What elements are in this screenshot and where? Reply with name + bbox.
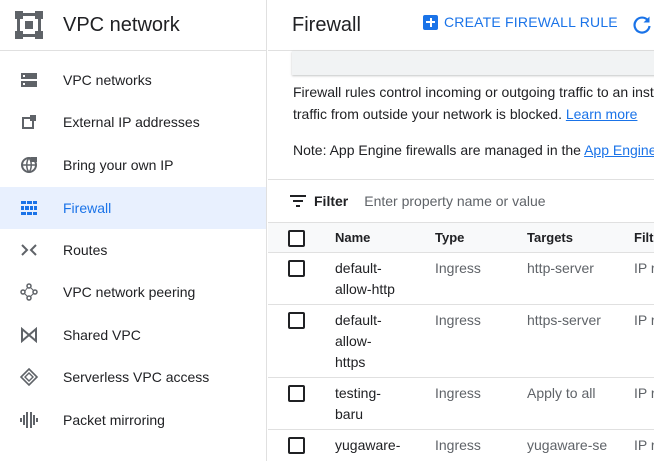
- rule-targets: Apply to all: [527, 385, 596, 401]
- table-row[interactable]: default-allow-https Ingress https-server…: [268, 305, 654, 378]
- create-firewall-rule-button[interactable]: CREATE FIREWALL RULE: [423, 14, 618, 30]
- description-line-1: Firewall rules control incoming or outgo…: [293, 84, 654, 100]
- routes-icon: [19, 240, 39, 260]
- column-header-type[interactable]: Type: [435, 230, 464, 245]
- sidebar-item-label: Packet mirroring: [63, 412, 165, 428]
- sidebar-item-label: VPC networks: [63, 72, 152, 88]
- sidebar-item-label: Shared VPC: [63, 327, 141, 343]
- main-content: Firewall CREATE FIREWALL RULE Firewall r…: [268, 0, 654, 461]
- row-checkbox[interactable]: [288, 437, 305, 454]
- row-checkbox[interactable]: [288, 385, 305, 402]
- rule-filters: IP r: [634, 437, 654, 453]
- sidebar-item-peering[interactable]: VPC network peering: [0, 271, 266, 313]
- table-row[interactable]: default-allow-http Ingress http-server I…: [268, 253, 654, 305]
- page-header: Firewall CREATE FIREWALL RULE: [268, 0, 654, 51]
- row-checkbox[interactable]: [288, 312, 305, 329]
- table-row[interactable]: testing-baru Ingress Apply to all IP r: [268, 378, 654, 430]
- filter-input[interactable]: [364, 193, 555, 209]
- page-title: Firewall: [292, 13, 361, 36]
- filter-label: Filter: [314, 193, 349, 209]
- sidebar-item-routes[interactable]: Routes: [0, 229, 266, 271]
- rule-name[interactable]: default-allow-http: [335, 258, 395, 300]
- learn-more-link[interactable]: Learn more: [566, 106, 638, 122]
- app-engine-note: Note: App Engine firewalls are managed i…: [293, 139, 654, 161]
- peering-icon: [19, 282, 39, 302]
- refresh-icon[interactable]: [631, 14, 653, 36]
- vpc-networks-icon: [19, 70, 39, 90]
- sidebar-item-serverless-vpc[interactable]: Serverless VPC access: [0, 356, 266, 398]
- rule-name[interactable]: default-allow-https: [335, 310, 395, 373]
- rule-type: Ingress: [435, 312, 481, 328]
- column-header-filters[interactable]: Filte: [634, 230, 654, 245]
- sidebar-item-label: Firewall: [63, 200, 112, 216]
- sidebar: VPC network VPC networks External IP add…: [0, 0, 267, 461]
- external-ip-icon: [19, 112, 39, 132]
- sidebar-title: VPC network: [63, 13, 180, 36]
- rule-name[interactable]: testing-baru: [335, 383, 395, 425]
- byoip-globe-icon: [19, 155, 39, 175]
- firewall-rules-table: Name Type Targets Filte default-allow-ht…: [268, 222, 654, 461]
- sidebar-item-label: Routes: [63, 242, 108, 258]
- shared-vpc-icon: [19, 325, 39, 345]
- firewall-description: Firewall rules control incoming or outgo…: [293, 81, 654, 125]
- rule-targets: https-server: [527, 312, 601, 328]
- sidebar-item-vpc-networks[interactable]: VPC networks: [0, 59, 266, 101]
- info-panel-edge: [292, 51, 654, 75]
- note-text: Note: App Engine firewalls are managed i…: [293, 142, 581, 158]
- sidebar-item-shared-vpc[interactable]: Shared VPC: [0, 314, 266, 356]
- rule-type: Ingress: [435, 437, 481, 453]
- rule-filters: IP r: [634, 312, 654, 328]
- app-engine-link[interactable]: App Engine F: [584, 142, 654, 158]
- rule-name[interactable]: yugaware-: [335, 435, 400, 456]
- filter-bar: Filter: [268, 179, 654, 222]
- table-row[interactable]: yugaware- Ingress yugaware-se IP r: [268, 430, 654, 461]
- rule-filters: IP r: [634, 385, 654, 401]
- sidebar-item-byoip[interactable]: Bring your own IP: [0, 144, 266, 186]
- sidebar-item-label: Serverless VPC access: [63, 369, 210, 385]
- sidebar-item-label: Bring your own IP: [63, 157, 174, 173]
- add-box-icon: [423, 14, 438, 30]
- row-checkbox[interactable]: [288, 260, 305, 277]
- column-header-targets[interactable]: Targets: [527, 230, 573, 245]
- sidebar-header: VPC network: [0, 0, 266, 51]
- table-header: Name Type Targets Filte: [268, 222, 654, 253]
- rule-type: Ingress: [435, 260, 481, 276]
- create-button-label: CREATE FIREWALL RULE: [444, 14, 618, 30]
- sidebar-item-firewall[interactable]: Firewall: [0, 187, 266, 229]
- rule-type: Ingress: [435, 385, 481, 401]
- column-header-name[interactable]: Name: [335, 230, 370, 245]
- rule-targets: yugaware-se: [527, 437, 608, 453]
- packet-mirroring-icon: [19, 410, 39, 430]
- sidebar-item-external-ip[interactable]: External IP addresses: [0, 101, 266, 143]
- sidebar-item-label: External IP addresses: [63, 114, 200, 130]
- serverless-vpc-icon: [19, 367, 39, 387]
- select-all-checkbox[interactable]: [288, 230, 305, 247]
- filter-icon[interactable]: [289, 194, 307, 208]
- vpc-network-icon: [13, 9, 45, 41]
- firewall-icon: [19, 198, 39, 218]
- rule-targets: http-server: [527, 260, 594, 276]
- description-line-2: traffic from outside your network is blo…: [293, 103, 654, 125]
- description-text: traffic from outside your network is blo…: [293, 106, 562, 122]
- sidebar-item-label: VPC network peering: [63, 284, 196, 300]
- rule-filters: IP r: [634, 260, 654, 276]
- sidebar-item-packet-mirroring[interactable]: Packet mirroring: [0, 399, 266, 441]
